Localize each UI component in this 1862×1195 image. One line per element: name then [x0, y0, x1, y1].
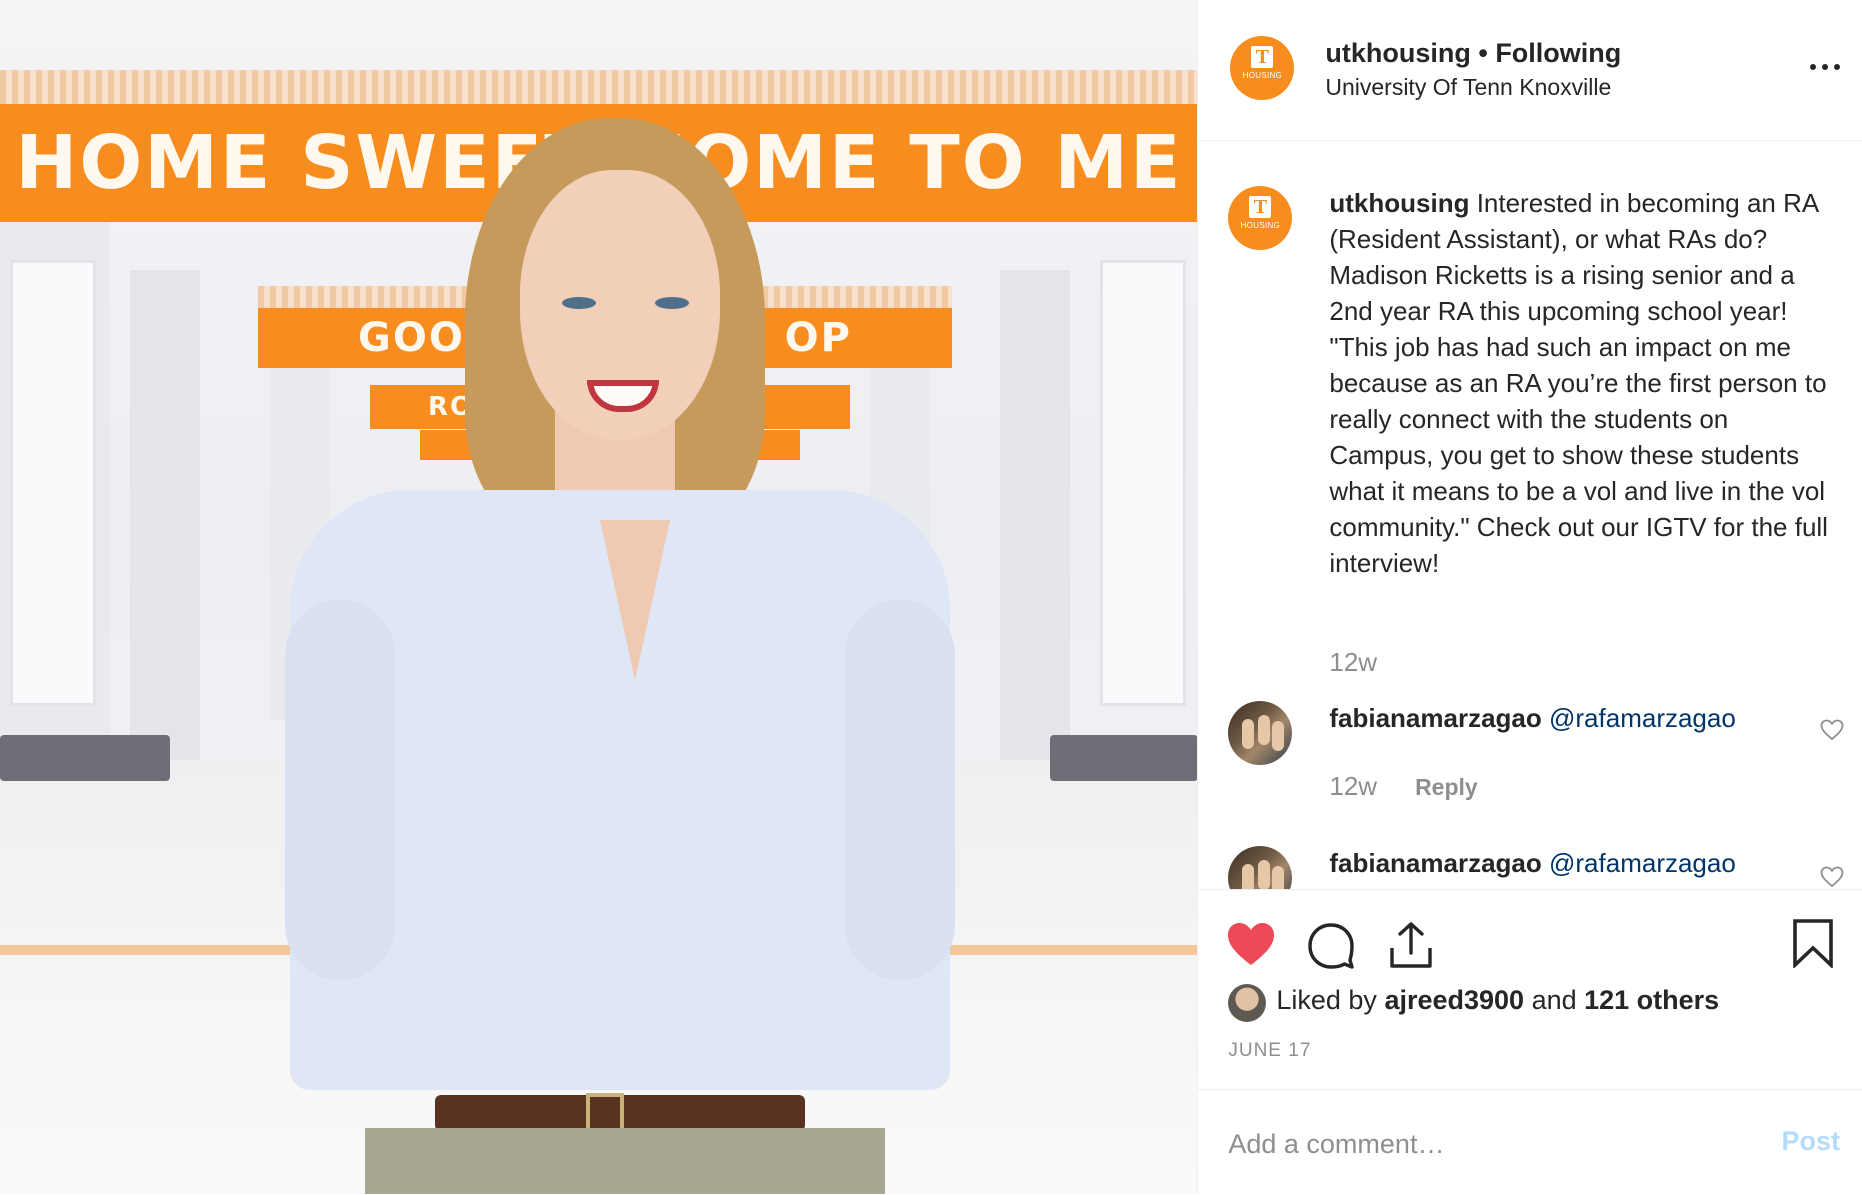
post-actions: Liked by ajreed3900 and 121 others JUNE … — [1198, 889, 1862, 1090]
window-left — [10, 260, 96, 706]
sleeve-right — [845, 600, 955, 980]
comment-like-icon[interactable] — [1820, 866, 1844, 888]
comment-time[interactable]: 12w — [1329, 771, 1377, 801]
comment-bubble-icon[interactable] — [1306, 920, 1356, 970]
caption: utkhousing Interested in becoming an RA … — [1329, 185, 1834, 581]
comment-username[interactable]: fabianamarzagao — [1329, 703, 1541, 733]
profile-avatar[interactable]: T HOUSING — [1230, 36, 1295, 100]
more-horizontal-icon[interactable] — [1810, 64, 1840, 70]
banner-second-right: OP — [784, 315, 852, 361]
comments-list[interactable]: T HOUSING utkhousing Interested in becom… — [1198, 141, 1862, 889]
comment-like-icon[interactable] — [1820, 719, 1844, 741]
caption-text: Interested in becoming an RA (Resident A… — [1329, 188, 1828, 578]
comment-mention[interactable]: @rafamarzagao — [1549, 848, 1736, 878]
avatar-letter: T — [1251, 46, 1274, 68]
bench-left — [0, 735, 170, 781]
comment-text: fabianamarzagao @rafamarzagao — [1329, 703, 1735, 734]
instagram-post: HOME SWEET HOME TO ME GOOD OP RO T HOUSI… — [0, 0, 1862, 1194]
caption-avatar-letter: T — [1249, 196, 1272, 218]
reply-button[interactable]: Reply — [1415, 774, 1478, 800]
heart-filled-icon[interactable] — [1226, 920, 1276, 970]
liked-others[interactable]: 121 others — [1584, 985, 1719, 1015]
comment-text: fabianamarzagao @rafamarzagao — [1329, 848, 1735, 879]
liked-by-avatar[interactable] — [1228, 984, 1267, 1022]
header-separator: • — [1470, 38, 1496, 68]
comment-username[interactable]: fabianamarzagao — [1329, 848, 1541, 878]
bookmark-icon[interactable] — [1788, 918, 1838, 968]
banner-trim — [0, 70, 1198, 104]
comment-avatar[interactable] — [1228, 846, 1293, 889]
pillar-left — [130, 270, 200, 770]
caption-time[interactable]: 12w — [1329, 647, 1377, 678]
following-button[interactable]: Following — [1495, 38, 1621, 68]
avatar-sub: HOUSING — [1242, 71, 1283, 80]
post-photo[interactable]: HOME SWEET HOME TO ME GOOD OP RO — [0, 0, 1198, 1194]
header-user-line: utkhousing • Following — [1325, 38, 1621, 69]
post-date[interactable]: JUNE 17 — [1228, 1040, 1311, 1062]
liked-by-text: Liked by ajreed3900 and 121 others — [1276, 985, 1719, 1016]
caption-avatar-sub: HOUSING — [1240, 221, 1281, 230]
liked-user[interactable]: ajreed3900 — [1384, 985, 1524, 1015]
liked-prefix: Liked by — [1276, 985, 1385, 1015]
liked-middle: and — [1524, 985, 1585, 1015]
window-right — [1100, 260, 1186, 706]
pillar-right — [1000, 270, 1070, 770]
bench-right — [1050, 735, 1198, 781]
pants — [365, 1128, 885, 1194]
post-sidebar: T HOUSING utkhousing • Following Univers… — [1197, 0, 1862, 1194]
add-comment-input[interactable] — [1228, 1124, 1729, 1164]
add-comment-bar: Post — [1198, 1089, 1862, 1195]
eye-right — [655, 297, 689, 309]
post-header: T HOUSING utkhousing • Following Univers… — [1198, 0, 1862, 141]
comment-meta: 12w Reply — [1329, 771, 1477, 802]
comment-avatar[interactable] — [1228, 701, 1293, 765]
post-button[interactable]: Post — [1781, 1126, 1840, 1157]
sleeve-left — [285, 600, 395, 980]
eye-left — [562, 297, 596, 309]
comment-mention[interactable]: @rafamarzagao — [1549, 703, 1736, 733]
location-link[interactable]: University Of Tenn Knoxville — [1325, 74, 1611, 101]
caption-avatar[interactable]: T HOUSING — [1228, 186, 1293, 250]
share-icon[interactable] — [1386, 920, 1436, 970]
header-username[interactable]: utkhousing — [1325, 38, 1470, 68]
caption-username[interactable]: utkhousing — [1329, 188, 1469, 218]
